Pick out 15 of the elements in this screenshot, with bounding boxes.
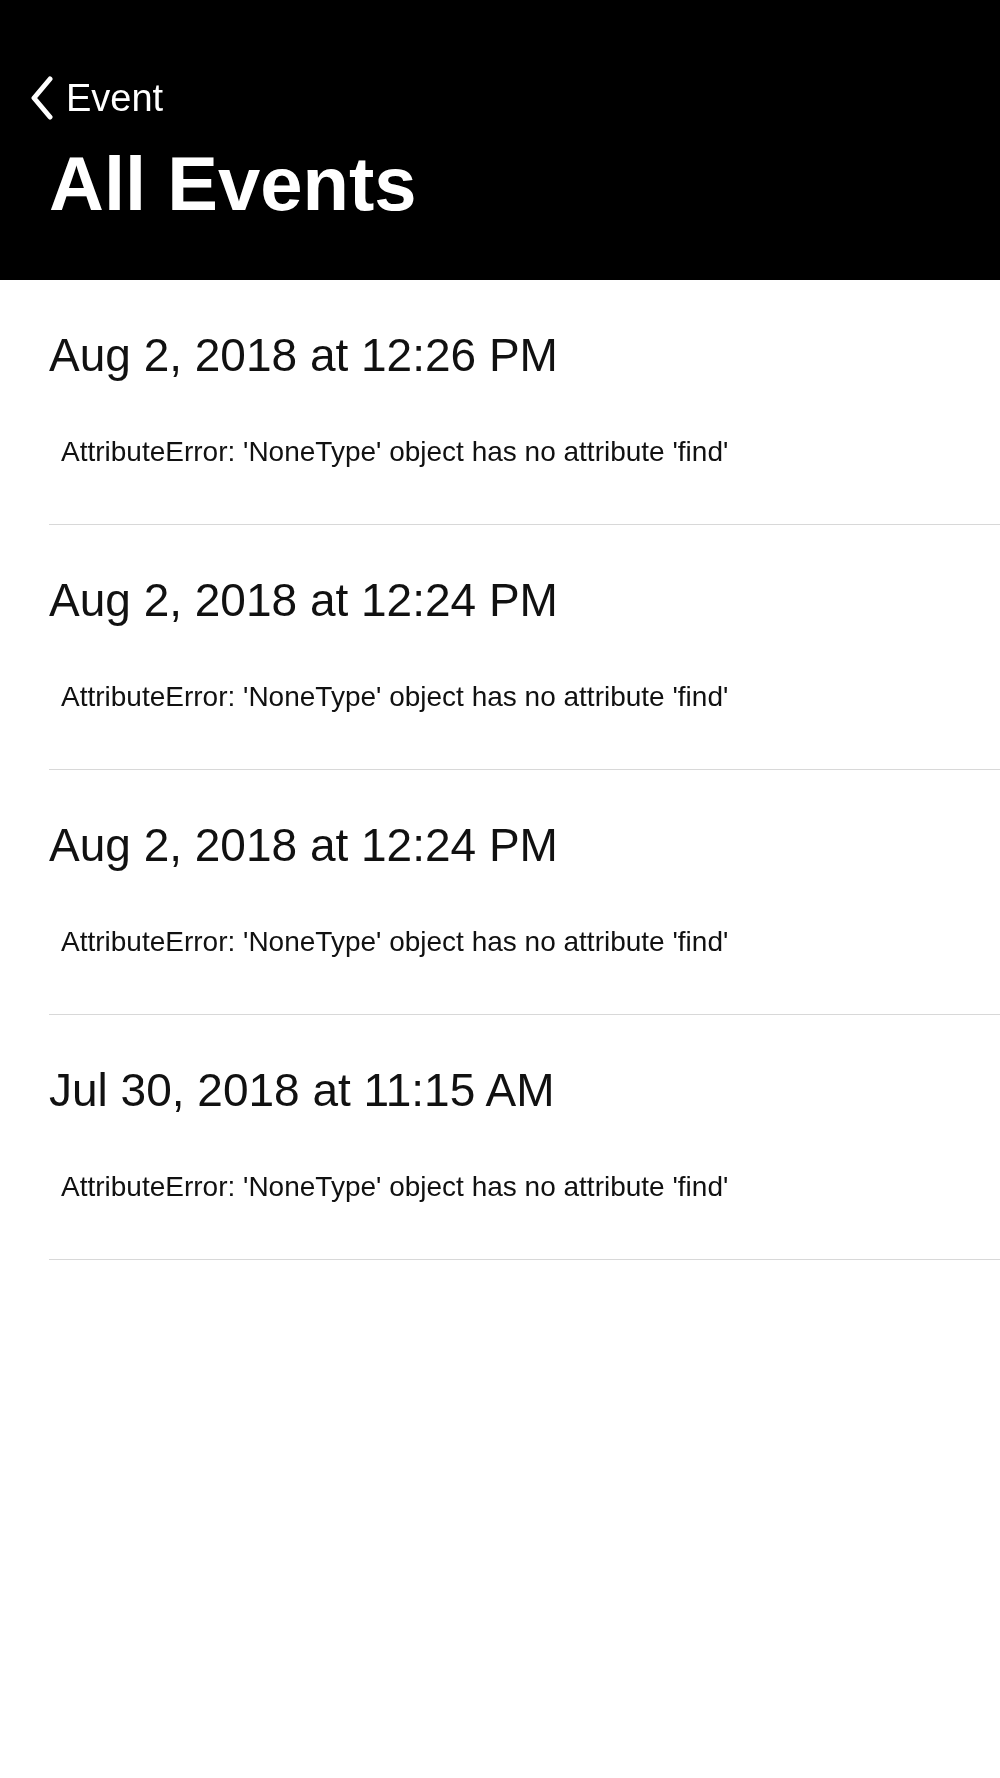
event-row[interactable]: Aug 2, 2018 at 12:26 PM AttributeError: 'NoneType' object has no attribute 'find' <box>49 280 1000 525</box>
event-row[interactable]: Aug 2, 2018 at 12:24 PM AttributeError: 'NoneType' object has no attribute 'find' <box>49 770 1000 1015</box>
event-row[interactable]: Aug 2, 2018 at 12:24 PM AttributeError: 'NoneType' object has no attribute 'find' <box>49 525 1000 770</box>
event-message: AttributeError: 'NoneType' object has no attribute 'find' <box>61 680 729 714</box>
chevron-left-icon <box>30 76 54 120</box>
event-date: Aug 2, 2018 at 12:24 PM <box>49 818 558 873</box>
page-title: All Events <box>49 142 417 226</box>
event-date: Aug 2, 2018 at 12:24 PM <box>49 573 558 628</box>
event-message: AttributeError: 'NoneType' object has no attribute 'find' <box>61 925 729 959</box>
event-date: Jul 30, 2018 at 11:15 AM <box>49 1063 555 1118</box>
event-message: AttributeError: 'NoneType' object has no attribute 'find' <box>61 1170 729 1204</box>
event-date: Aug 2, 2018 at 12:26 PM <box>49 328 558 383</box>
event-row[interactable]: Jul 30, 2018 at 11:15 AM AttributeError: 'NoneType' object has no attribute 'find' <box>49 1015 1000 1260</box>
back-button[interactable]: Event <box>30 76 164 120</box>
event-message: AttributeError: 'NoneType' object has no attribute 'find' <box>61 435 729 469</box>
